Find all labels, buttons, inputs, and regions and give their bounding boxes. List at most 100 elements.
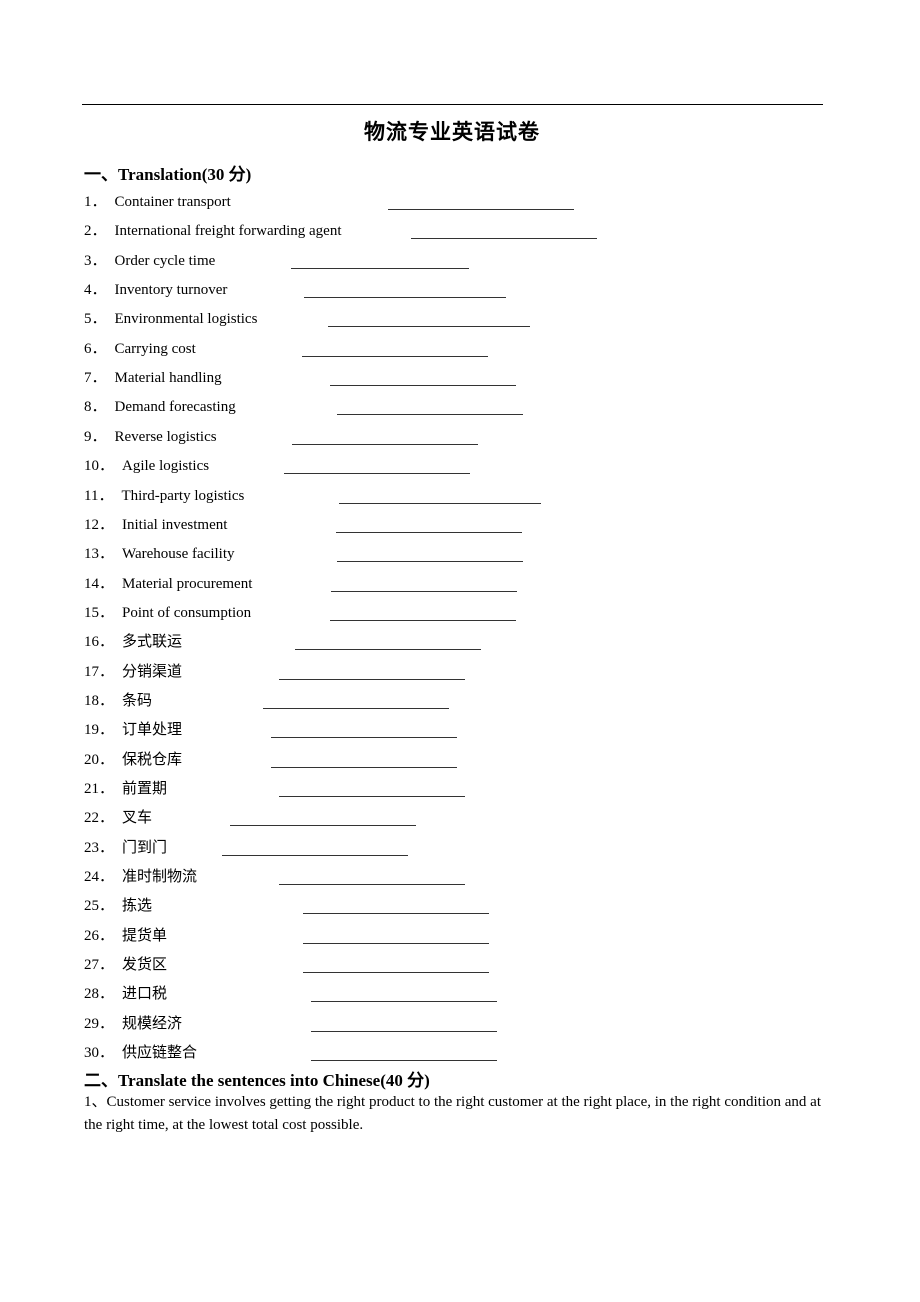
item-number: 30． <box>84 1045 115 1062</box>
answer-blank[interactable] <box>303 942 489 944</box>
answer-blank[interactable] <box>304 297 506 299</box>
answer-blank[interactable] <box>328 326 530 328</box>
item-term: 供应链整合 <box>122 1045 198 1062</box>
translation-item: 13． Warehouse facility <box>84 543 235 565</box>
answer-blank[interactable] <box>336 531 522 533</box>
item-number: 20． <box>84 751 115 768</box>
item-term: Agile logistics <box>122 458 210 475</box>
answer-blank[interactable] <box>222 854 408 856</box>
section-2-heading: 二、Translate the sentences into Chinese(4… <box>84 1071 430 1090</box>
answer-blank[interactable] <box>388 209 574 210</box>
answer-blank[interactable] <box>330 619 516 621</box>
item-number: 23． <box>84 839 115 856</box>
item-number: 10． <box>84 458 115 475</box>
sentence-text: Customer service involves getting the ri… <box>84 1094 821 1133</box>
item-number: 9． <box>84 428 107 445</box>
answer-blank[interactable] <box>302 355 488 357</box>
answer-blank[interactable] <box>292 443 478 445</box>
translation-item: 15． Point of consumption <box>84 602 251 624</box>
answer-blank[interactable] <box>230 825 416 827</box>
item-term: Container transport <box>114 194 231 210</box>
item-number: 12． <box>84 516 115 533</box>
item-term: Material procurement <box>122 575 253 592</box>
item-number: 18． <box>84 692 115 709</box>
item-term: 拣选 <box>122 898 153 915</box>
item-number: 24． <box>84 869 115 886</box>
translation-item: 27． 发货区 <box>84 954 167 976</box>
item-term: Carrying cost <box>114 340 196 357</box>
translation-item: 23． 门到门 <box>84 837 167 859</box>
item-number: 27． <box>84 957 115 974</box>
answer-blank[interactable] <box>331 590 517 592</box>
item-number: 16． <box>84 634 115 651</box>
item-term: Initial investment <box>122 516 228 533</box>
item-term: 多式联运 <box>122 634 183 651</box>
answer-blank[interactable] <box>411 238 597 240</box>
translation-item: 3． Order cycle time <box>84 250 215 272</box>
item-number: 25． <box>84 898 115 915</box>
answer-blank[interactable] <box>279 796 465 797</box>
item-term: 门到门 <box>122 839 168 856</box>
item-term: Inventory turnover <box>114 282 228 299</box>
answer-blank[interactable] <box>311 1001 497 1003</box>
item-term: 提货单 <box>122 927 168 944</box>
translation-item: 17． 分销渠道 <box>84 661 182 683</box>
item-number: 26． <box>84 927 115 944</box>
item-number: 4． <box>84 282 107 299</box>
sentence-number: 1、 <box>84 1094 107 1110</box>
translation-item: 25． 拣选 <box>84 895 152 917</box>
item-term: 条码 <box>122 692 153 709</box>
translation-item: 16． 多式联运 <box>84 631 182 653</box>
section-1-heading: 一、Translation(30 分) <box>84 165 252 184</box>
translation-item: 10． Agile logistics <box>84 455 209 477</box>
item-number: 1． <box>84 194 107 210</box>
answer-blank[interactable] <box>263 707 449 709</box>
item-term: 前置期 <box>122 781 168 797</box>
translation-item: 12． Initial investment <box>84 514 227 536</box>
answer-blank[interactable] <box>337 561 523 563</box>
answer-blank[interactable] <box>279 884 465 886</box>
answer-blank[interactable] <box>337 414 523 416</box>
item-term: Environmental logistics <box>114 311 258 328</box>
answer-blank[interactable] <box>303 972 489 974</box>
translation-item: 28． 进口税 <box>84 983 167 1005</box>
translation-item: 14． Material procurement <box>84 573 252 595</box>
translation-item: 2． International freight forwarding agent <box>84 220 342 242</box>
translation-item: 11． Third-party logistics <box>84 485 244 507</box>
answer-blank[interactable] <box>271 737 457 739</box>
translation-item: 4． Inventory turnover <box>84 279 227 301</box>
item-number: 6． <box>84 340 107 357</box>
translation-item: 30． 供应链整合 <box>84 1042 197 1064</box>
item-number: 21． <box>84 781 115 797</box>
answer-blank[interactable] <box>295 649 481 651</box>
sentence-1: 1、Customer service involves getting the … <box>84 1091 821 1137</box>
item-term: 规模经济 <box>122 1015 183 1032</box>
item-number: 22． <box>84 810 115 827</box>
translation-item: 26． 提货单 <box>84 925 167 947</box>
translation-item: 24． 准时制物流 <box>84 866 197 888</box>
item-number: 17． <box>84 663 115 680</box>
translation-item: 22． 叉车 <box>84 807 152 829</box>
translation-item: 18． 条码 <box>84 690 152 712</box>
item-number: 14． <box>84 575 115 592</box>
item-number: 8． <box>84 399 107 416</box>
item-number: 13． <box>84 546 115 563</box>
item-term: 分销渠道 <box>122 663 183 680</box>
translation-item: 29． 规模经济 <box>84 1013 182 1035</box>
answer-blank[interactable] <box>291 267 469 269</box>
answer-blank[interactable] <box>330 385 516 387</box>
answer-blank[interactable] <box>311 1060 497 1062</box>
answer-blank[interactable] <box>279 678 465 680</box>
translation-item: 1． Container transport <box>84 191 231 213</box>
item-number: 15． <box>84 604 115 621</box>
translation-item: 21． 前置期 <box>84 778 167 800</box>
answer-blank[interactable] <box>284 473 470 475</box>
answer-blank[interactable] <box>271 766 457 768</box>
item-term: 发货区 <box>122 957 168 974</box>
answer-blank[interactable] <box>303 913 489 915</box>
answer-blank[interactable] <box>339 502 541 504</box>
item-number: 3． <box>84 252 107 269</box>
answer-blank[interactable] <box>311 1030 497 1032</box>
item-number: 7． <box>84 370 107 387</box>
item-number: 11． <box>84 487 114 504</box>
